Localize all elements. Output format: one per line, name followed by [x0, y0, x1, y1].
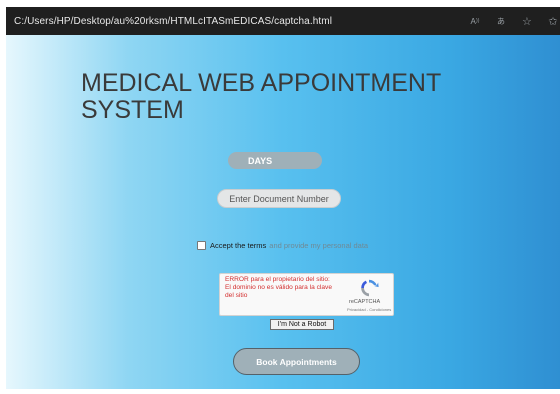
- not-a-robot-button[interactable]: I'm Not a Robot: [270, 319, 334, 330]
- recaptcha-logo-icon: [361, 279, 379, 297]
- recaptcha-privacy-links[interactable]: Privacidad - Condiciones: [347, 307, 391, 312]
- terms-row: Accept the terms and provide my personal…: [197, 241, 368, 250]
- recaptcha-error-text: ERROR para el propietario del sitio: El …: [225, 276, 333, 299]
- toolbar-icons: A)) あ ☆ ✩: [468, 7, 560, 35]
- page-title: MEDICAL WEB APPOINTMENT SYSTEM: [81, 69, 441, 124]
- days-button[interactable]: DAYS: [228, 152, 322, 169]
- address-bar[interactable]: C:/Users/HP/Desktop/au%20rksm/HTMLcITASm…: [6, 7, 560, 35]
- terms-checkbox[interactable]: [197, 241, 206, 250]
- page-background: MEDICAL WEB APPOINTMENT SYSTEM DAYS Ente…: [6, 35, 560, 389]
- read-aloud-icon[interactable]: A)): [468, 14, 482, 28]
- bottom-edge: [0, 389, 560, 394]
- browser-window: C:/Users/HP/Desktop/au%20rksm/HTMLcITASm…: [0, 0, 560, 394]
- translate-icon[interactable]: あ: [494, 14, 508, 28]
- url-text[interactable]: C:/Users/HP/Desktop/au%20rksm/HTMLcITASm…: [14, 16, 332, 27]
- book-appointments-button[interactable]: Book Appointments: [233, 348, 360, 375]
- recaptcha-widget[interactable]: ERROR para el propietario del sitio: El …: [219, 273, 394, 316]
- favorites-bar-icon[interactable]: ✩: [546, 14, 560, 28]
- recaptcha-brand: reCAPTCHA: [349, 299, 381, 305]
- terms-provide-label: and provide my personal data: [269, 241, 369, 250]
- terms-accept-label[interactable]: Accept the terms: [210, 241, 266, 250]
- favorites-icon[interactable]: ☆: [520, 14, 534, 28]
- document-number-input[interactable]: Enter Document Number: [217, 189, 341, 208]
